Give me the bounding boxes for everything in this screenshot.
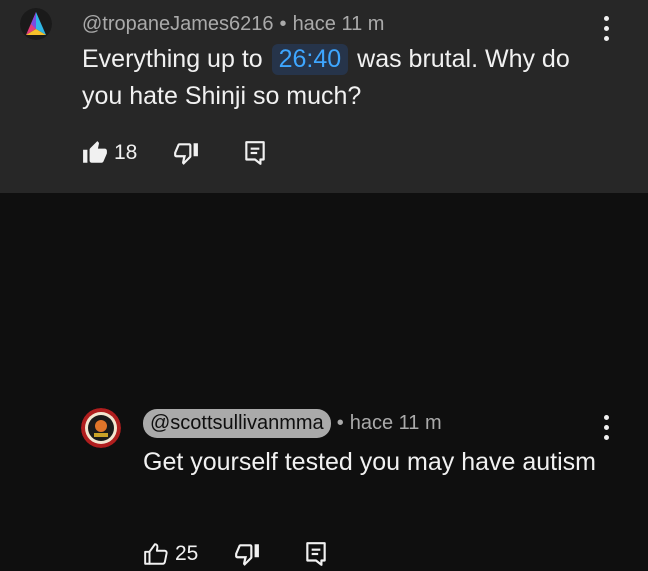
thumbs-up-icon <box>83 141 107 163</box>
comment-actions: 25 <box>143 537 328 571</box>
comment-time[interactable]: hace 11 m <box>350 412 442 435</box>
author-handle-pill[interactable]: @scottsullivanmma <box>143 408 331 438</box>
dislike-button[interactable] <box>234 541 260 567</box>
comment-text: Everything up to 26:40 was brutal. Why d… <box>82 41 602 115</box>
like-button[interactable]: 18 <box>82 140 137 166</box>
timestamp-link[interactable]: 26:40 <box>271 44 349 75</box>
avatar[interactable] <box>20 8 52 40</box>
highlighted-comment: @tropaneJames6216 • hace 11 m Everything… <box>0 0 648 193</box>
reply-icon <box>245 141 266 165</box>
dislike-button[interactable] <box>173 140 199 166</box>
comment-meta: @tropaneJames6216 • hace 11 m <box>82 10 384 38</box>
reply-button[interactable] <box>304 541 328 567</box>
avatar[interactable] <box>81 408 121 448</box>
thumbs-up-icon <box>144 543 168 565</box>
prism-avatar-icon <box>20 8 52 40</box>
separator-dot: • <box>336 411 344 434</box>
comment-time[interactable]: hace 11 m <box>293 13 385 36</box>
comment-text: Get yourself tested you may have autism <box>143 448 596 476</box>
reply-comment: @scottsullivanmma • hace 11 m Get yourse… <box>0 193 648 566</box>
comment-meta: @scottsullivanmma • hace 11 m <box>143 407 442 439</box>
more-vert-icon[interactable] <box>596 415 616 440</box>
reply-button[interactable] <box>243 140 267 166</box>
like-count: 18 <box>114 141 138 164</box>
more-vert-icon[interactable] <box>596 16 616 41</box>
like-button[interactable]: 25 <box>143 541 198 567</box>
like-count: 25 <box>175 542 199 565</box>
separator-dot: • <box>279 12 287 35</box>
author-handle[interactable]: @tropaneJames6216 <box>82 13 274 36</box>
comment-text-before: Everything up to <box>82 45 263 73</box>
comment-actions: 18 <box>82 136 267 170</box>
fight-badge-avatar-icon <box>81 408 121 448</box>
thumbs-down-icon <box>235 544 260 566</box>
reply-icon <box>306 542 327 566</box>
thumbs-down-icon <box>174 143 199 165</box>
